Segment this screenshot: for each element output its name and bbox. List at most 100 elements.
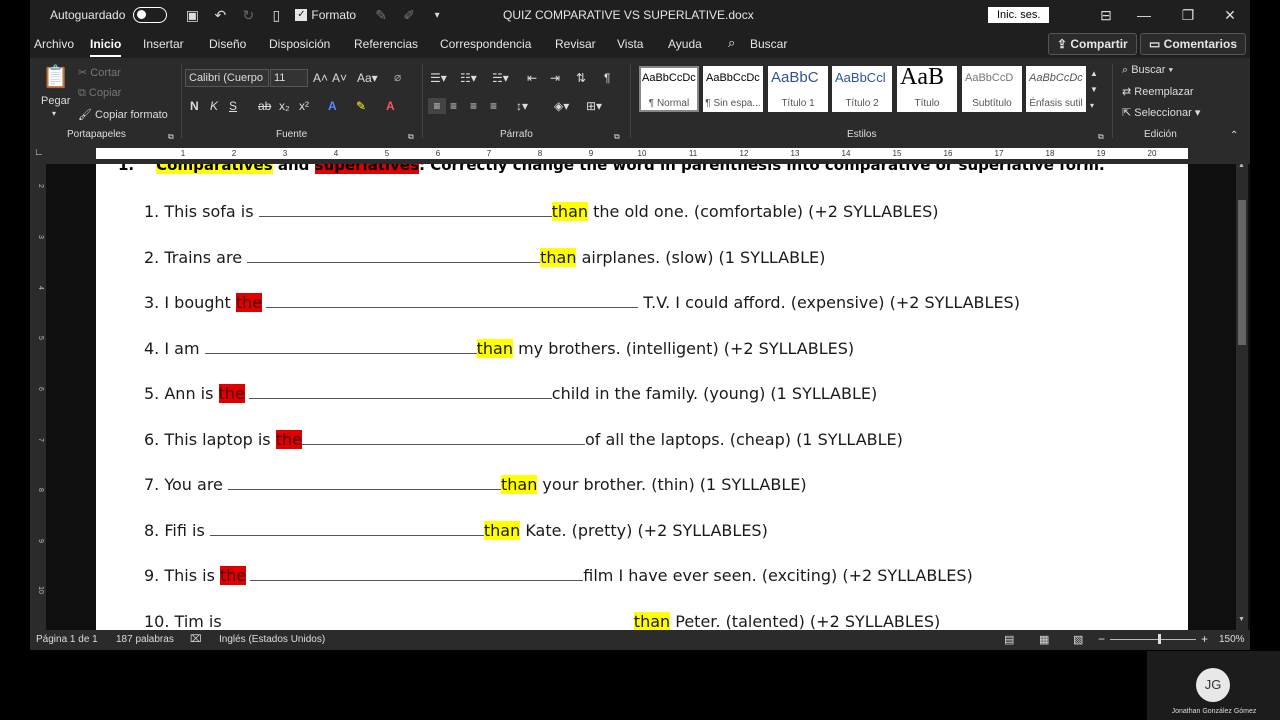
align-center-icon[interactable]: ≡ — [450, 98, 457, 114]
proofing-icon[interactable]: ⌧ — [190, 634, 202, 645]
italic-icon[interactable]: K — [210, 98, 218, 114]
answer-blank[interactable] — [204, 341, 477, 354]
grow-font-icon[interactable]: A˄ — [313, 70, 328, 86]
sign-in-button[interactable]: Inic. ses. — [988, 7, 1050, 23]
highlight-icon[interactable]: ✎ — [356, 98, 366, 114]
answer-blank[interactable] — [266, 295, 639, 308]
zoom-slider[interactable] — [1110, 639, 1196, 640]
tab-diseno[interactable]: Diseño — [209, 37, 246, 51]
clipboard-launcher-icon[interactable]: ⧉ — [168, 129, 174, 145]
answer-blank[interactable] — [248, 386, 552, 399]
tab-disposicion[interactable]: Disposición — [269, 37, 330, 51]
redo-icon[interactable]: ↻ — [237, 4, 259, 26]
tab-ayuda[interactable]: Ayuda — [668, 37, 702, 51]
answer-blank[interactable] — [247, 250, 541, 263]
page-count[interactable]: Página 1 de 1 — [36, 634, 98, 645]
style-heading-1[interactable]: AaBbC Título 1 — [768, 66, 828, 112]
font-size-select[interactable]: 11 — [270, 69, 308, 87]
copy-button[interactable]: ⧉ Copiar — [78, 87, 121, 100]
select-button[interactable]: ⇱ Seleccionar ▾ — [1122, 106, 1200, 119]
style-no-spacing[interactable]: AaBbCcDc ¶ Sin espa... — [703, 66, 763, 112]
vertical-scrollbar[interactable]: ▲ ▼ — [1236, 164, 1248, 630]
find-button[interactable]: ⌕ Buscar ▾ — [1122, 64, 1173, 77]
styles-scroll-up-icon[interactable]: ▲ — [1090, 66, 1098, 82]
tab-archivo[interactable]: Archivo — [34, 37, 74, 51]
minimize-icon[interactable]: — — [1134, 5, 1154, 25]
tab-referencias[interactable]: Referencias — [354, 37, 418, 51]
document-page[interactable]: 1. Comparatives and superlatives: Correct… — [96, 164, 1188, 630]
scrollbar-thumb[interactable] — [1238, 200, 1246, 345]
brush-icon[interactable]: ✐ — [398, 4, 420, 26]
borders-icon[interactable]: ⊞▾ — [586, 98, 602, 114]
ribbon-display-icon[interactable]: ⊟ — [1096, 5, 1116, 25]
style-heading-2[interactable]: AaBbCcl Título 2 — [832, 66, 892, 112]
show-marks-icon[interactable]: ¶ — [604, 70, 610, 86]
collapse-ribbon-icon[interactable]: ⌃ — [1230, 128, 1238, 144]
restore-icon[interactable]: ❐ — [1178, 5, 1198, 25]
undo-icon[interactable]: ↶ — [209, 4, 231, 26]
new-document-icon[interactable]: ▯ — [265, 4, 287, 26]
style-normal[interactable]: AaBbCcDc ¶ Normal — [639, 66, 699, 112]
bold-icon[interactable]: N — [190, 98, 199, 114]
zoom-slider-thumb[interactable] — [1158, 634, 1161, 644]
tab-insertar[interactable]: Insertar — [143, 37, 184, 51]
tab-correspondencia[interactable]: Correspondencia — [440, 37, 531, 51]
change-case-icon[interactable]: Aa▾ — [357, 70, 378, 86]
multilevel-list-icon[interactable]: ☵▾ — [492, 70, 509, 86]
style-subtitle[interactable]: AaBbCcD Subtítulo — [962, 66, 1022, 112]
comments-button[interactable]: ▭ Comentarios — [1140, 33, 1247, 55]
answer-blank[interactable] — [258, 204, 552, 217]
paragraph-launcher-icon[interactable]: ⧉ — [614, 129, 620, 145]
word-count[interactable]: 187 palabras — [116, 634, 174, 645]
search-icon[interactable]: ⌕ — [728, 35, 735, 51]
tab-vista[interactable]: Vista — [617, 37, 643, 51]
tab-revisar[interactable]: Revisar — [555, 37, 596, 51]
paste-button[interactable]: Pegar — [41, 95, 70, 107]
zoom-level[interactable]: 150% — [1219, 634, 1245, 645]
sort-icon[interactable]: ⇅ — [576, 70, 586, 86]
scroll-down-icon[interactable]: ▼ — [1238, 616, 1245, 623]
underline-icon[interactable]: S — [229, 98, 237, 114]
read-mode-icon[interactable]: ▤ — [1004, 633, 1014, 646]
text-effects-icon[interactable]: A — [328, 98, 337, 114]
align-left-icon[interactable]: ≡ — [428, 98, 446, 114]
cut-button[interactable]: ✂ Cortar — [78, 66, 121, 79]
bullets-icon[interactable]: ☰▾ — [430, 70, 447, 86]
tab-selector-icon[interactable]: ∟ — [34, 147, 44, 159]
answer-blank[interactable] — [227, 477, 501, 490]
zoom-in-icon[interactable]: + — [1201, 632, 1208, 646]
autosave-toggle[interactable] — [133, 7, 168, 23]
superscript-icon[interactable]: x² — [299, 98, 309, 114]
subscript-icon[interactable]: x₂ — [279, 98, 290, 114]
answer-blank[interactable] — [301, 432, 585, 445]
format-painter-icon[interactable]: ✎ — [370, 4, 392, 26]
align-right-icon[interactable]: ≡ — [470, 98, 477, 114]
format-painter-button[interactable]: 🖌 Copiar formato — [78, 108, 168, 121]
share-button[interactable]: ⇪ Compartir — [1048, 33, 1137, 55]
strikethrough-icon[interactable]: ab — [258, 98, 271, 114]
replace-button[interactable]: ⇄ Reemplazar — [1122, 85, 1194, 98]
print-layout-icon[interactable]: ▦ — [1039, 633, 1049, 646]
line-spacing-icon[interactable]: ↕▾ — [516, 98, 528, 114]
vertical-ruler[interactable]: 2 3 4 5 6 7 8 9 10 — [30, 164, 46, 630]
decrease-indent-icon[interactable]: ⇤ — [527, 70, 537, 86]
style-title[interactable]: AaB Título — [897, 66, 957, 112]
horizontal-ruler[interactable]: 1 2 3 4 5 6 7 8 9 10 11 12 13 14 15 16 1… — [96, 148, 1188, 159]
increase-indent-icon[interactable]: ⇥ — [550, 70, 560, 86]
justify-icon[interactable]: ≡ — [490, 98, 497, 114]
zoom-out-icon[interactable]: − — [1098, 632, 1105, 646]
paste-icon[interactable]: 📋 — [42, 62, 69, 92]
clear-format-icon[interactable]: ⌀ — [394, 69, 401, 85]
close-icon[interactable]: ✕ — [1220, 5, 1240, 25]
shading-icon[interactable]: ◈▾ — [554, 98, 569, 114]
answer-blank[interactable] — [250, 568, 584, 581]
tab-inicio[interactable]: Inicio — [90, 37, 122, 57]
customize-toolbar-icon[interactable]: ▾ — [426, 4, 448, 26]
language-status[interactable]: Inglés (Estados Unidos) — [219, 634, 325, 645]
paste-dropdown-icon[interactable]: ▾ — [52, 109, 56, 118]
answer-blank[interactable] — [227, 614, 634, 627]
font-color-icon[interactable]: A — [386, 98, 395, 114]
search-label[interactable]: Buscar — [750, 37, 787, 51]
styles-scroll-down-icon[interactable]: ▼ — [1090, 82, 1098, 98]
web-layout-icon[interactable]: ▧ — [1073, 633, 1083, 646]
